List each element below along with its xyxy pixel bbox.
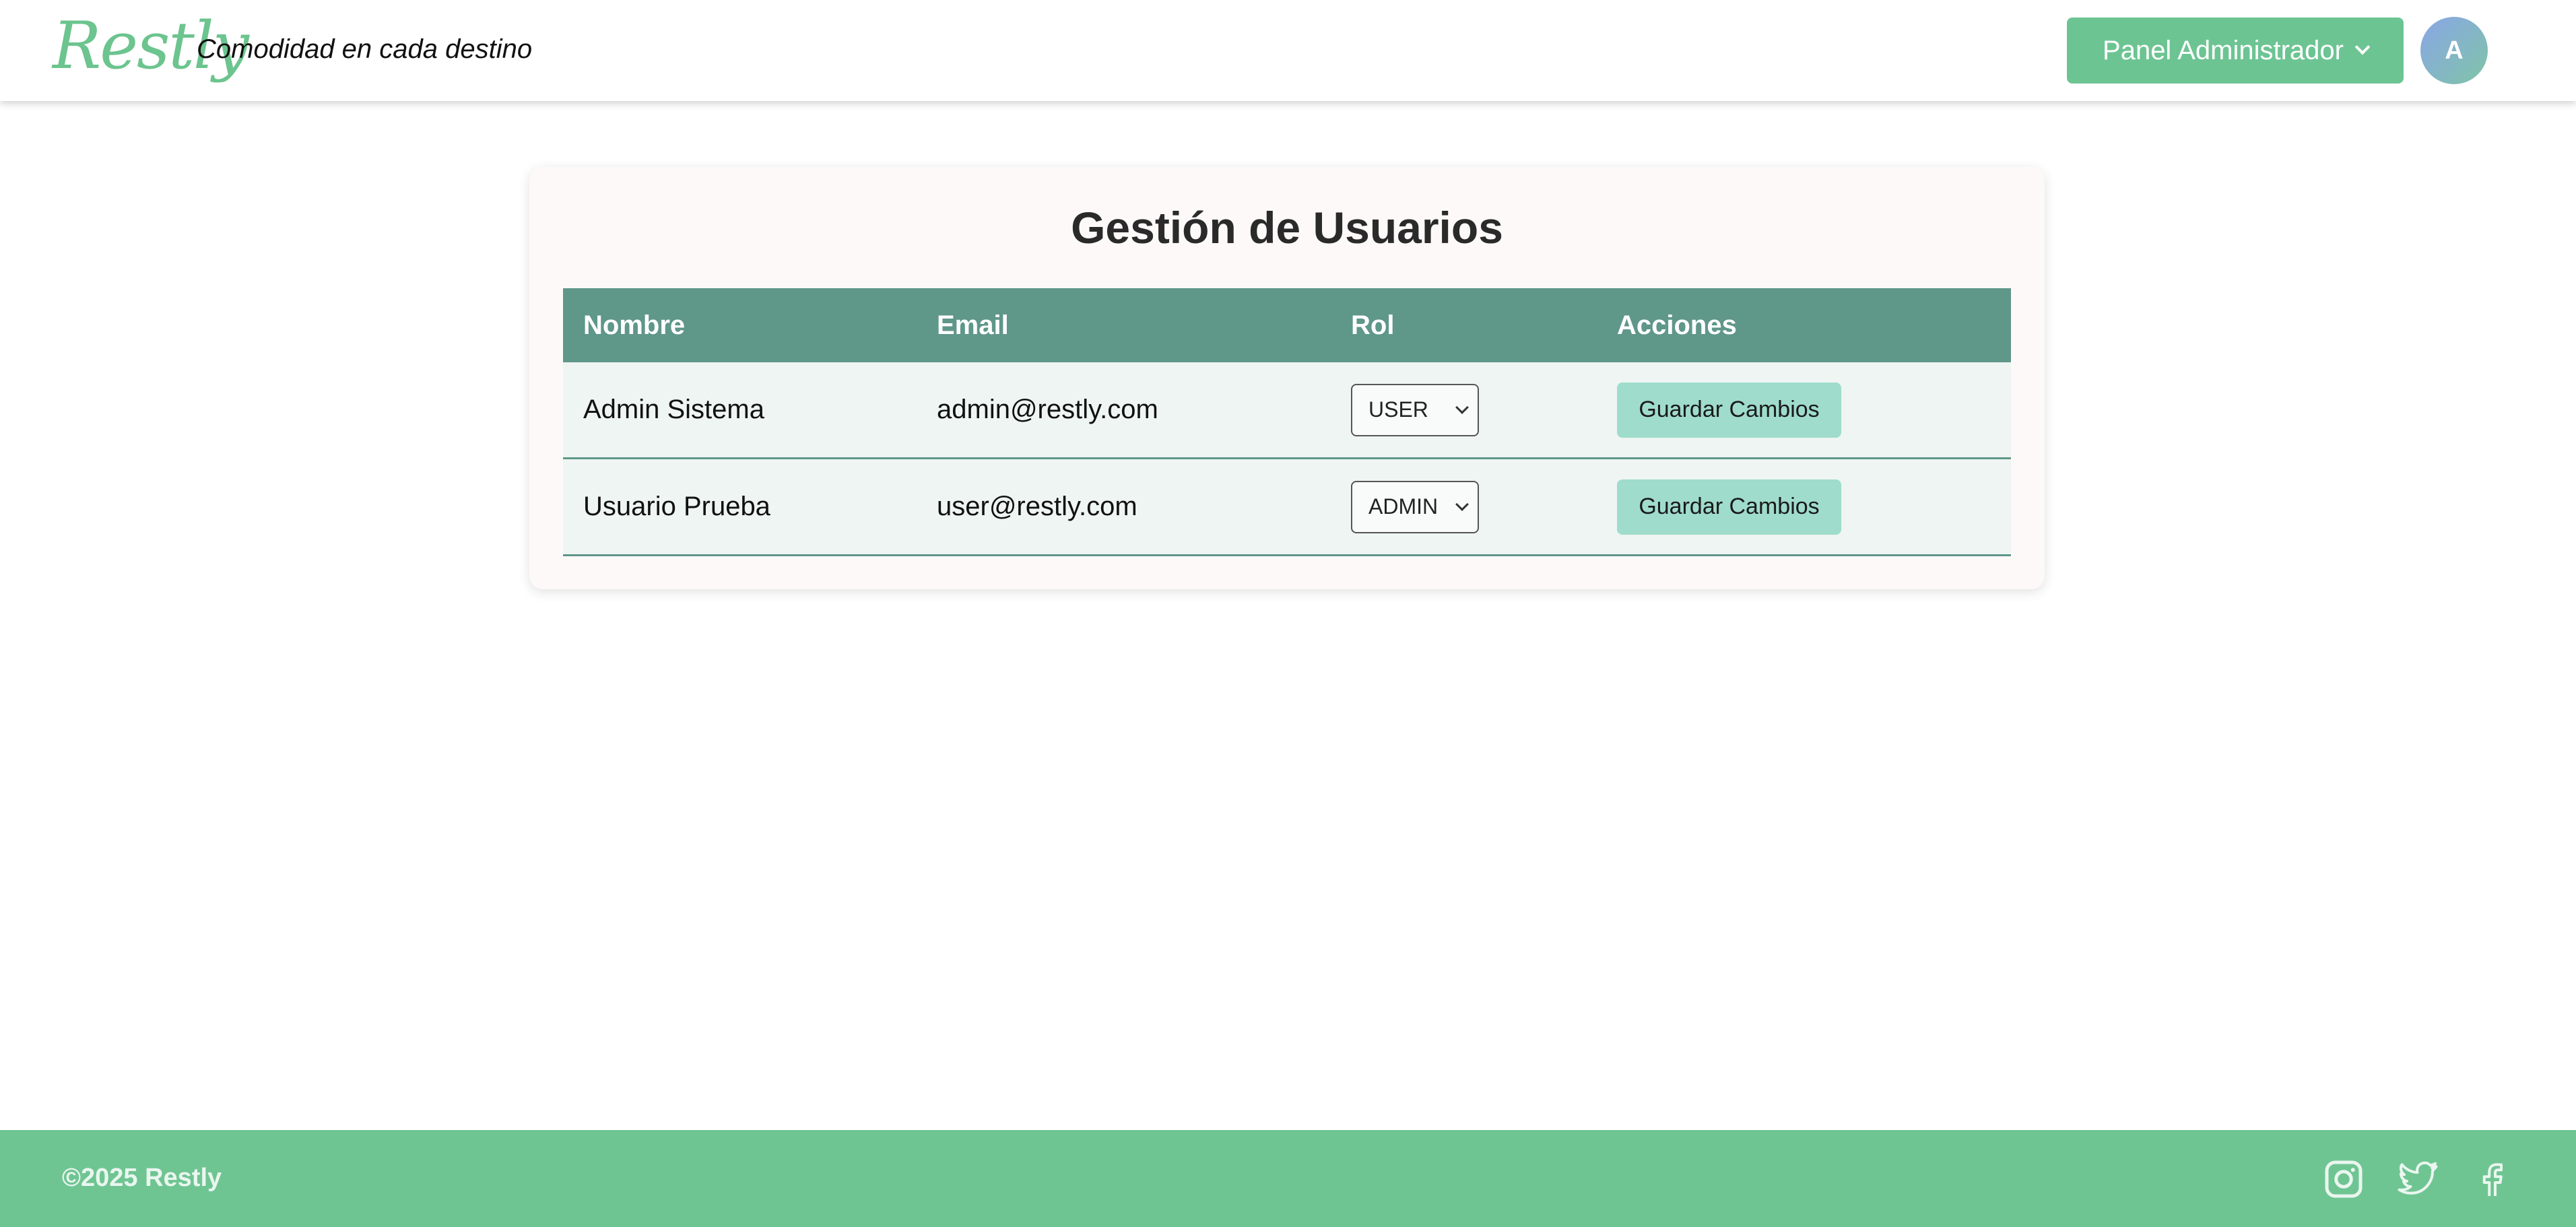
chevron-down-icon (1455, 497, 1469, 511)
header-nombre: Nombre (583, 310, 686, 340)
role-select[interactable]: ADMIN (1351, 480, 1479, 533)
role-select-value: USER (1368, 397, 1428, 422)
header-rol: Rol (1351, 310, 1395, 340)
role-select-value: ADMIN (1368, 494, 1439, 519)
top-navbar: Restly Comodidad en cada destino Panel A… (0, 0, 2576, 101)
facebook-icon[interactable] (2472, 1159, 2512, 1199)
admin-panel-label: Panel Administrador (2103, 35, 2344, 65)
instagram-icon[interactable] (2323, 1159, 2364, 1199)
chevron-down-icon (1455, 400, 1469, 414)
table-header: Nombre Email Rol Acciones (563, 288, 2011, 362)
user-email: admin@restly.com (937, 395, 1158, 424)
user-avatar[interactable]: A (2420, 17, 2488, 84)
header-acciones: Acciones (1617, 310, 1737, 340)
users-table: Nombre Email Rol Acciones Admin Sistema … (563, 288, 2011, 556)
save-changes-button[interactable]: Guardar Cambios (1617, 479, 1841, 535)
role-select[interactable]: USER (1351, 383, 1479, 436)
admin-panel-dropdown[interactable]: Panel Administrador (2067, 18, 2404, 84)
chevron-down-icon (2354, 39, 2371, 55)
user-name: Usuario Prueba (583, 492, 770, 521)
user-email: user@restly.com (937, 492, 1137, 521)
page-title: Gestión de Usuarios (1071, 203, 1503, 253)
copyright-text: ©2025 Restly (62, 1164, 222, 1192)
site-footer: ©2025 Restly (0, 1130, 2576, 1227)
twitter-icon[interactable] (2398, 1159, 2438, 1199)
table-row: Admin Sistema admin@restly.com USER Guar… (563, 362, 2011, 459)
user-name: Admin Sistema (583, 395, 764, 424)
users-management-card: Gestión de Usuarios Nombre Email Rol Acc… (529, 167, 2045, 589)
tagline: Comodidad en cada destino (197, 34, 533, 64)
header-email: Email (937, 310, 1009, 340)
table-row: Usuario Prueba user@restly.com ADMIN Gua… (563, 459, 2011, 556)
save-changes-button[interactable]: Guardar Cambios (1617, 382, 1841, 438)
